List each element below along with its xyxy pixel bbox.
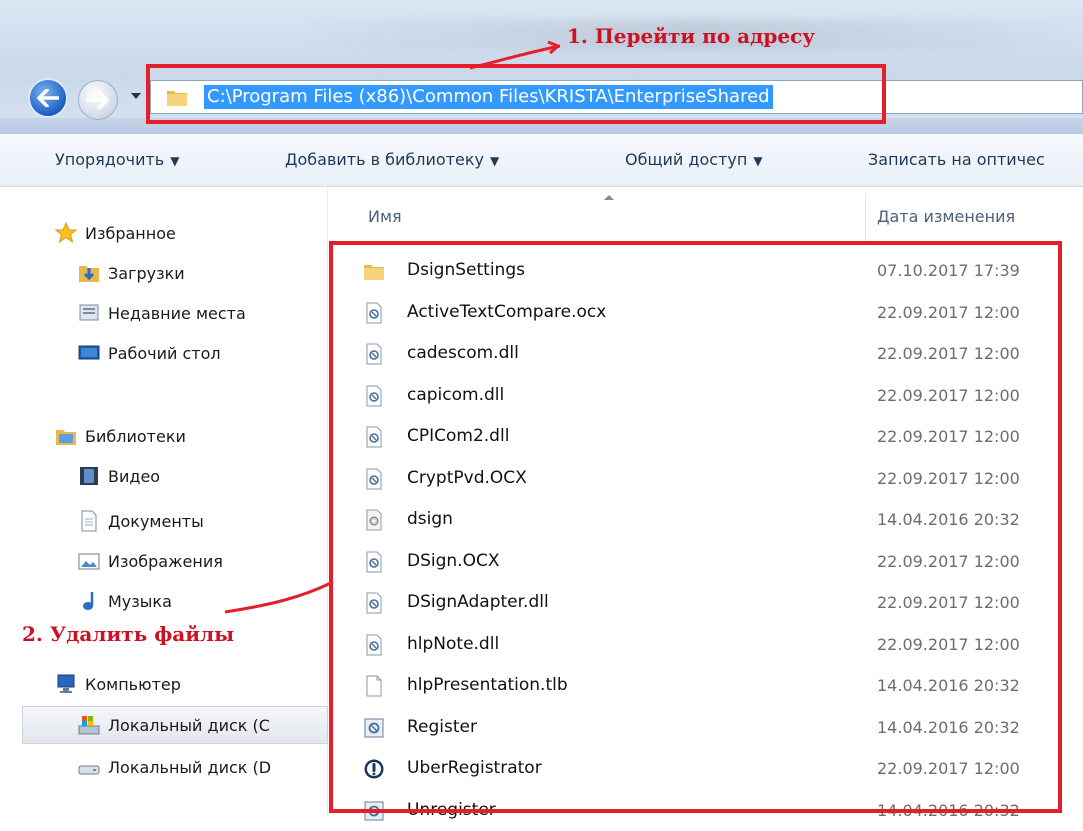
sidebar-item-music[interactable]: Музыка — [78, 587, 172, 615]
sidebar-item-drive-c[interactable]: Локальный диск (C — [22, 706, 328, 744]
sidebar-item-desktop[interactable]: Рабочий стол — [78, 339, 221, 367]
add-to-library-label: Добавить в библиотеку — [285, 150, 484, 169]
back-button[interactable] — [28, 78, 68, 118]
column-header-name[interactable]: Имя — [368, 207, 402, 226]
sidebar-label: Избранное — [85, 223, 176, 243]
desktop-icon — [78, 345, 100, 360]
organize-label: Упорядочить — [55, 150, 165, 169]
sort-ascending-icon — [604, 195, 614, 200]
organize-menu[interactable]: Упорядочить ▼ — [55, 150, 179, 169]
sidebar-label: Загрузки — [108, 263, 185, 283]
system-drive-icon — [78, 716, 100, 735]
documents-icon — [81, 510, 97, 532]
share-label: Общий доступ — [625, 150, 748, 169]
sidebar-label: Документы — [108, 511, 204, 531]
sidebar-item-libraries[interactable]: Библиотеки — [55, 422, 186, 450]
sidebar-label: Локальный диск (C — [108, 715, 270, 735]
command-bar: Упорядочить ▼ Добавить в библиотеку ▼ Общи… — [0, 134, 1083, 187]
sidebar-item-video[interactable]: Видео — [78, 462, 160, 490]
share-menu[interactable]: Общий доступ ▼ — [625, 150, 763, 169]
sidebar-label: Недавние места — [108, 303, 246, 323]
recent-pages-dropdown[interactable] — [131, 93, 141, 99]
annotation-step2: 2. Удалить файлы — [22, 622, 235, 646]
column-header-date[interactable]: Дата изменения — [877, 207, 1015, 226]
arrow-right-icon — [87, 91, 109, 109]
downloads-folder-icon — [79, 266, 99, 282]
sidebar-item-pictures[interactable]: Изображения — [78, 547, 223, 575]
computer-icon — [57, 674, 75, 693]
annotation-box-address — [146, 64, 886, 124]
sidebar-item-favorites[interactable]: Избранное — [55, 219, 176, 247]
annotation-box-files — [329, 241, 1062, 813]
add-to-library-menu[interactable]: Добавить в библиотеку ▼ — [285, 150, 499, 169]
video-icon — [80, 467, 98, 485]
arrow-left-icon — [37, 89, 59, 107]
sidebar-label: Локальный диск (D — [108, 757, 272, 777]
sidebar-item-documents[interactable]: Документы — [78, 507, 204, 535]
forward-button[interactable] — [78, 80, 118, 120]
chevron-down-icon: ▼ — [170, 154, 180, 168]
libraries-icon — [56, 430, 76, 445]
sidebar-label: Компьютер — [85, 674, 181, 694]
sidebar-item-drive-d[interactable]: Локальный диск (D — [78, 753, 271, 781]
annotation-step1: 1. Перейти по адресу — [567, 24, 816, 48]
sidebar-label: Видео — [108, 466, 161, 486]
recent-places-icon — [79, 304, 99, 321]
pictures-icon — [78, 553, 100, 570]
sidebar-label: Изображения — [108, 551, 223, 571]
burn-label: Записать на оптичес — [868, 150, 1045, 169]
chevron-down-icon: ▼ — [489, 154, 500, 168]
burn-button[interactable]: Записать на оптичес — [868, 150, 1045, 169]
chevron-down-icon: ▼ — [753, 154, 763, 168]
sidebar-label: Рабочий стол — [108, 343, 221, 363]
music-note-icon — [83, 592, 94, 610]
column-header-row: Имя Дата изменения — [329, 187, 1083, 243]
column-divider[interactable] — [865, 193, 866, 243]
sidebar-item-downloads[interactable]: Загрузки — [78, 259, 185, 287]
sidebar-label: Музыка — [108, 591, 172, 611]
star-icon — [55, 222, 77, 244]
drive-icon — [78, 765, 100, 775]
sidebar-label: Библиотеки — [85, 426, 186, 446]
sidebar-item-recent-places[interactable]: Недавние места — [78, 299, 246, 327]
sidebar-item-computer[interactable]: Компьютер — [55, 670, 181, 698]
